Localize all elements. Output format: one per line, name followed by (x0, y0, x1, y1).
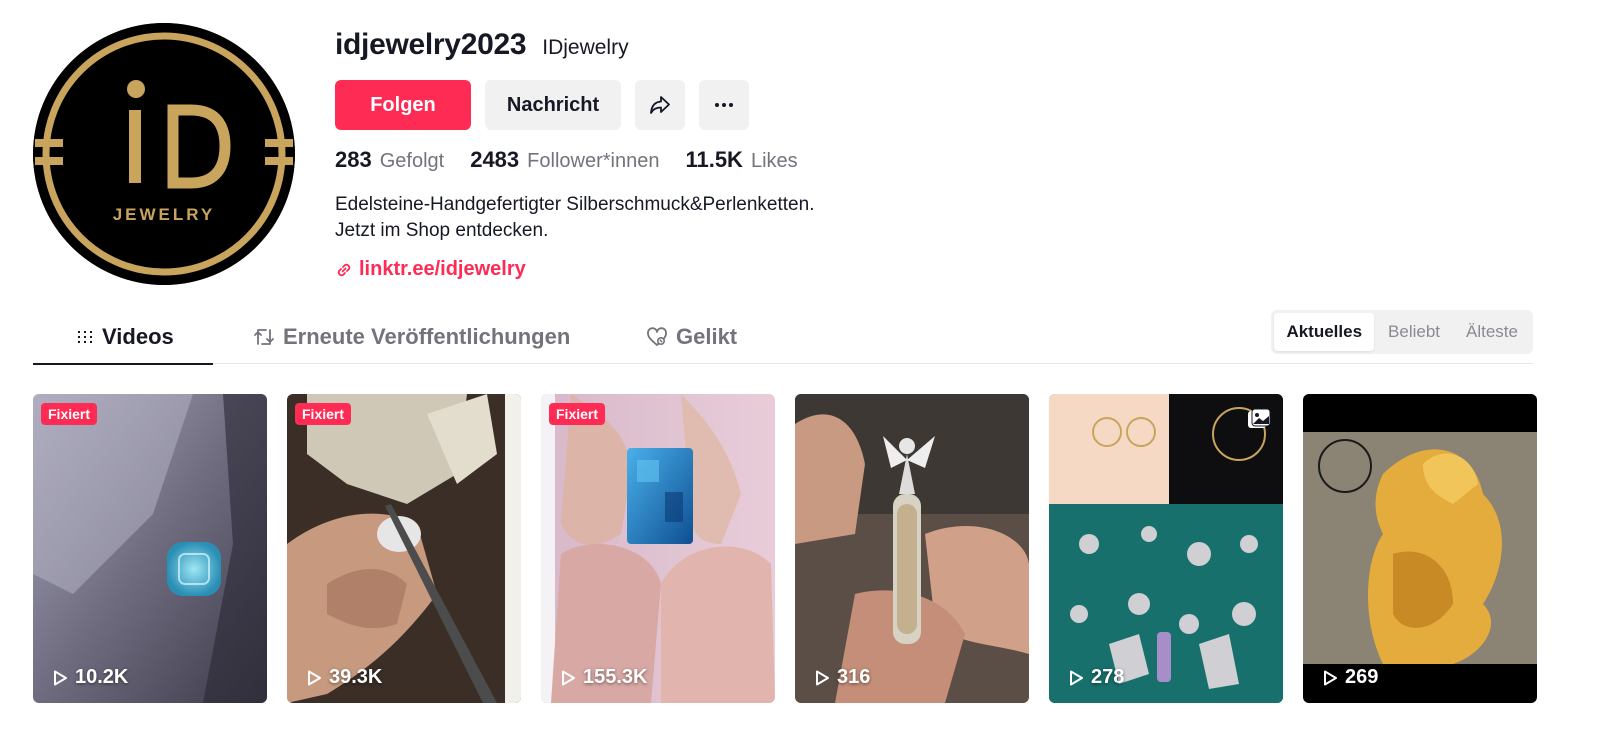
view-count-text: 316 (837, 666, 871, 688)
svg-text:JEWELRY: JEWELRY (113, 205, 216, 224)
tab-videos-label: Videos (102, 323, 174, 349)
play-icon (562, 670, 575, 685)
view-count-text: 155.3K (583, 666, 648, 688)
video-thumbnail (541, 394, 775, 703)
video-card[interactable]: Fixiert 39.3K (287, 394, 521, 703)
profile-link[interactable]: linktr.ee/idjewelry (335, 258, 1235, 281)
video-thumbnail (33, 394, 267, 703)
video-card[interactable]: Fixiert 10.2K (33, 394, 267, 703)
repost-icon (254, 328, 274, 345)
stat-likes: 11.5K Likes (685, 147, 798, 172)
pinned-badge: Fixiert (295, 403, 352, 425)
video-card[interactable]: 316 (795, 394, 1029, 703)
follow-button[interactable]: Folgen (335, 80, 471, 130)
video-card[interactable]: 278 (1049, 394, 1283, 703)
share-button[interactable] (635, 80, 685, 130)
profile-tabs: Videos Erneute Veröffentlichungen Gelikt… (33, 310, 1533, 365)
play-icon (1324, 670, 1337, 685)
sort-oldest[interactable]: Älteste (1454, 313, 1530, 351)
view-count-text: 10.2K (75, 666, 129, 688)
video-thumbnail (287, 394, 521, 703)
liked-icon (647, 326, 667, 346)
play-icon (816, 670, 829, 685)
profile-stats: 283 Gefolgt 2483 Follower*innen 11.5K Likes (335, 146, 1235, 174)
view-count-text: 269 (1345, 666, 1379, 688)
video-card[interactable]: 269 (1303, 394, 1537, 703)
grid-icon (78, 330, 92, 343)
profile-info: idjewelry2023 IDjewelry Folgen Nachricht… (335, 28, 1235, 281)
tab-reposts[interactable]: Erneute Veröffentlichungen (253, 310, 570, 363)
pinned-badge: Fixiert (549, 403, 606, 425)
view-count: 269 (1321, 666, 1378, 689)
sort-toggle: Aktuelles Beliebt Älteste (1271, 310, 1533, 354)
profile-link-text[interactable]: linktr.ee/idjewelry (359, 258, 526, 281)
tab-reposts-label: Erneute Veröffentlichungen (283, 323, 571, 349)
video-thumbnail (1049, 394, 1283, 703)
profile-bio: Edelsteine-Handgefertigter Silberschmuck… (335, 194, 815, 241)
tab-liked[interactable]: Gelikt (646, 310, 737, 363)
view-count-text: 278 (1091, 666, 1125, 688)
stat-followers[interactable]: 2483 Follower*innen (470, 147, 659, 173)
video-grid: Fixiert 10.2K Fixiert 39.3K Fixiert 155.… (33, 394, 1537, 703)
pinned-badge: Fixiert (41, 403, 98, 425)
video-card[interactable]: Fixiert 155.3K (541, 394, 775, 703)
sort-latest[interactable]: Aktuelles (1274, 313, 1375, 351)
view-count: 316 (813, 666, 870, 689)
profile-avatar[interactable]: JEWELRY (33, 23, 295, 285)
profile-nickname: IDjewelry (542, 36, 629, 59)
link-icon (337, 263, 351, 276)
view-count: 278 (1067, 666, 1124, 689)
view-count: 155.3K (559, 666, 648, 689)
idjewelry-logo: JEWELRY (33, 23, 295, 285)
play-icon (1070, 670, 1083, 685)
video-thumbnail (795, 394, 1029, 703)
photo-icon (1248, 408, 1271, 428)
play-icon (308, 670, 321, 685)
view-count-text: 39.3K (329, 666, 383, 688)
play-icon (54, 670, 67, 685)
profile-username: idjewelry2023 (335, 28, 527, 61)
message-button[interactable]: Nachricht (485, 80, 621, 130)
sort-popular[interactable]: Beliebt (1376, 313, 1452, 351)
share-icon (650, 96, 670, 114)
view-count: 10.2K (51, 666, 128, 689)
stat-following[interactable]: 283 Gefolgt (335, 147, 444, 173)
view-count: 39.3K (305, 666, 382, 689)
video-thumbnail (1303, 394, 1537, 703)
tab-liked-label: Gelikt (676, 323, 738, 349)
active-tab-indicator (33, 363, 213, 365)
more-icon (715, 103, 733, 107)
tab-videos[interactable]: Videos (76, 310, 174, 363)
more-button[interactable] (699, 80, 749, 130)
